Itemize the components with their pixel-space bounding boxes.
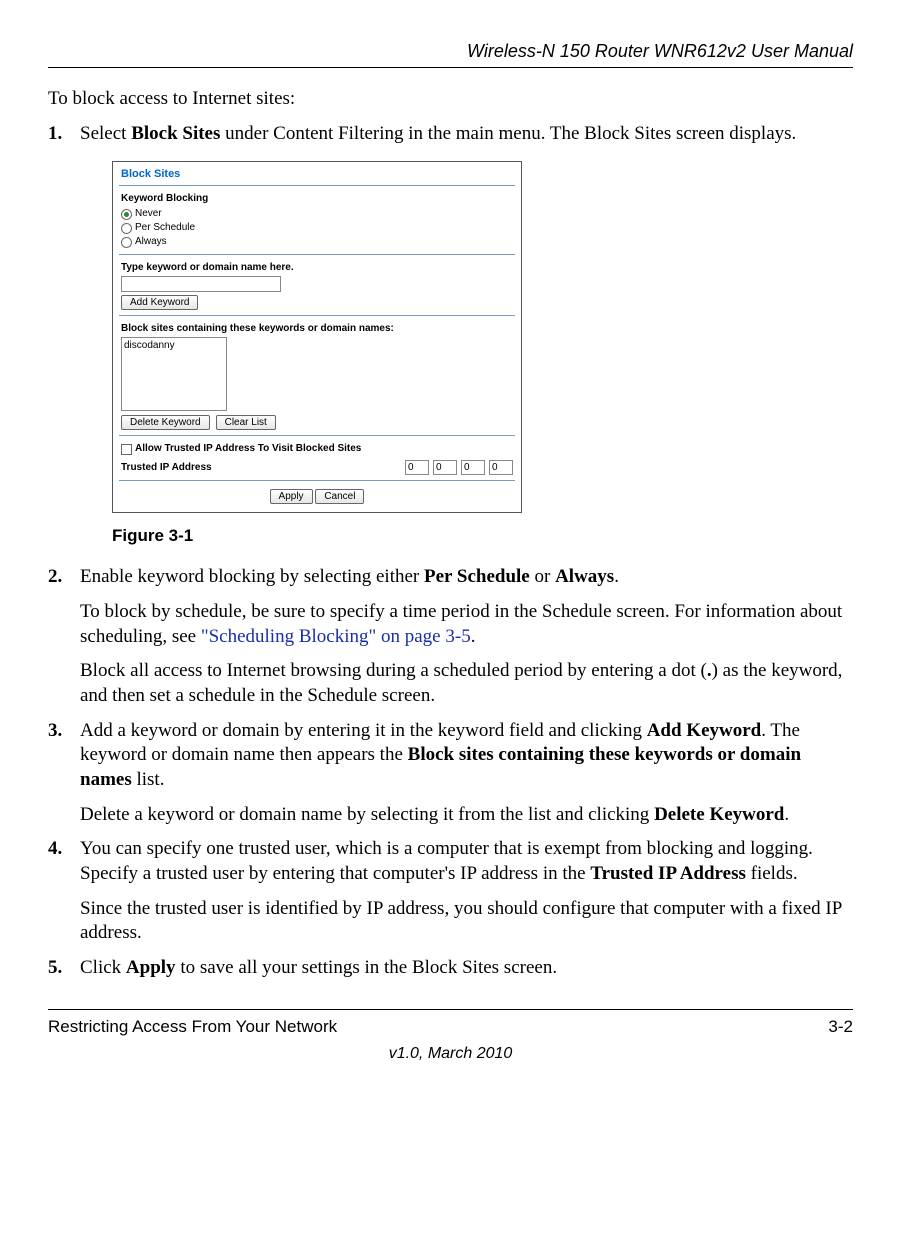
ip-octet-3[interactable] <box>461 460 485 475</box>
divider <box>119 254 515 255</box>
step-text: Select Block Sites under Content Filteri… <box>80 123 796 144</box>
step-5: 5. Click Apply to save all your settings… <box>48 956 853 981</box>
add-keyword-button[interactable]: Add Keyword <box>121 295 198 310</box>
radio-always[interactable]: Always <box>121 235 513 249</box>
radio-icon[interactable] <box>121 209 132 220</box>
bold-term: Always <box>555 566 614 587</box>
paragraph: To block by schedule, be sure to specify… <box>80 600 853 649</box>
clear-list-button[interactable]: Clear List <box>216 415 276 430</box>
divider <box>119 480 515 481</box>
ip-octet-4[interactable] <box>489 460 513 475</box>
paragraph: Since the trusted user is identified by … <box>80 897 853 946</box>
footer-rule <box>48 1009 853 1010</box>
step-2: 2. Enable keyword blocking by selecting … <box>48 565 853 708</box>
step-number: 2. <box>48 565 62 590</box>
radio-icon[interactable] <box>121 237 132 248</box>
bold-term: Apply <box>126 957 176 978</box>
ip-octet-2[interactable] <box>433 460 457 475</box>
steps-list: 1. Select Block Sites under Content Filt… <box>48 122 853 981</box>
header-rule <box>48 67 853 68</box>
bold-term: Trusted IP Address <box>590 863 746 884</box>
apply-button[interactable]: Apply <box>270 489 313 504</box>
list-item[interactable]: discodanny <box>124 339 224 352</box>
divider <box>119 435 515 436</box>
screenshot-title: Block Sites <box>113 162 521 183</box>
bold-term: Block Sites <box>131 123 220 144</box>
radio-label: Always <box>135 235 167 249</box>
allow-trusted-checkbox-row[interactable]: Allow Trusted IP Address To Visit Blocke… <box>121 442 513 456</box>
radio-label: Per Schedule <box>135 221 195 235</box>
screenshot-footer-buttons: Apply Cancel <box>113 483 521 512</box>
bold-term: Add Keyword <box>647 720 762 741</box>
trusted-ip-fields <box>405 460 513 475</box>
step-text: Add a keyword or domain by entering it i… <box>80 720 801 790</box>
radio-label: Never <box>135 207 162 221</box>
step-number: 5. <box>48 956 62 981</box>
block-list-section: Block sites containing these keywords or… <box>113 318 521 433</box>
step-text: Click Apply to save all your settings in… <box>80 957 557 978</box>
bold-term: Delete Keyword <box>654 804 784 825</box>
step-text: You can specify one trusted user, which … <box>80 838 813 884</box>
checkbox-label: Allow Trusted IP Address To Visit Blocke… <box>135 442 361 456</box>
footer-page-number: 3-2 <box>828 1016 853 1038</box>
cross-reference-link[interactable]: "Scheduling Blocking" on page 3-5 <box>201 626 471 647</box>
bold-term: Per Schedule <box>424 566 530 587</box>
step-number: 1. <box>48 122 62 147</box>
step-1: 1. Select Block Sites under Content Filt… <box>48 122 853 547</box>
divider <box>119 315 515 316</box>
doc-footer: Restricting Access From Your Network 3-2… <box>48 1009 853 1065</box>
footer-section-title: Restricting Access From Your Network <box>48 1016 337 1038</box>
radio-per-schedule[interactable]: Per Schedule <box>121 221 513 235</box>
step-4: 4. You can specify one trusted user, whi… <box>48 837 853 946</box>
step-number: 3. <box>48 719 62 744</box>
section-label: Type keyword or domain name here. <box>121 261 513 274</box>
ip-octet-1[interactable] <box>405 460 429 475</box>
intro-text: To block access to Internet sites: <box>48 87 853 112</box>
section-label: Block sites containing these keywords or… <box>121 322 513 335</box>
step-3: 3. Add a keyword or domain by entering i… <box>48 719 853 828</box>
trusted-ip-section: Allow Trusted IP Address To Visit Blocke… <box>113 438 521 478</box>
keyword-blocking-section: Keyword Blocking Never Per Schedule Alwa… <box>113 188 521 252</box>
step-number: 4. <box>48 837 62 862</box>
cancel-button[interactable]: Cancel <box>315 489 364 504</box>
divider <box>119 185 515 186</box>
paragraph: Block all access to Internet browsing du… <box>80 659 853 708</box>
section-label: Keyword Blocking <box>121 192 513 205</box>
radio-never[interactable]: Never <box>121 207 513 221</box>
step-text: Enable keyword blocking by selecting eit… <box>80 566 619 587</box>
footer-version: v1.0, March 2010 <box>48 1044 853 1065</box>
keyword-listbox[interactable]: discodanny <box>121 337 227 411</box>
doc-header: Wireless-N 150 Router WNR612v2 User Manu… <box>48 40 853 63</box>
radio-icon[interactable] <box>121 223 132 234</box>
type-keyword-section: Type keyword or domain name here. Add Ke… <box>113 257 521 313</box>
block-sites-screenshot: Block Sites Keyword Blocking Never Per S… <box>112 161 522 513</box>
trusted-ip-label: Trusted IP Address <box>121 461 212 474</box>
checkbox-icon[interactable] <box>121 444 132 455</box>
keyword-input[interactable] <box>121 276 281 292</box>
paragraph: Delete a keyword or domain name by selec… <box>80 803 853 828</box>
figure-wrapper: Block Sites Keyword Blocking Never Per S… <box>112 161 853 547</box>
figure-label: Figure 3-1 <box>112 525 853 547</box>
delete-keyword-button[interactable]: Delete Keyword <box>121 415 210 430</box>
